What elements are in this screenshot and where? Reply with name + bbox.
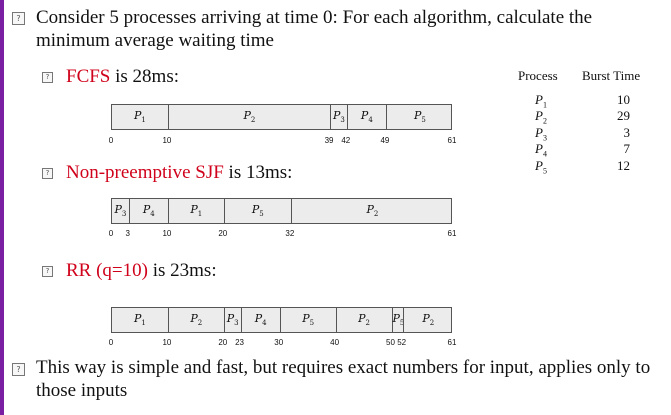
gantt-process-label: P2: [358, 312, 370, 328]
gantt-process-label: P2: [190, 312, 203, 328]
gantt-process-label: P3: [226, 312, 239, 328]
gantt-segment-p3: P3: [223, 308, 241, 332]
gantt-process-label: P4: [254, 312, 267, 328]
section-fcfs-heading: ? FCFS is 28ms:: [42, 66, 179, 88]
gantt-segment-p1: P1: [112, 105, 168, 129]
table-cell-process: P4: [535, 141, 547, 159]
bullet-icon: ?: [12, 363, 25, 376]
table-cell-burst: 7: [623, 141, 631, 157]
gantt-time-tick: 10: [162, 338, 172, 347]
gantt-process-label: P3: [114, 203, 127, 219]
gantt-segment-p2: P2: [290, 199, 453, 223]
gantt-segment-p5: P5: [223, 199, 291, 223]
gantt-process-label: P5: [251, 203, 264, 219]
gantt-segment-p2: P2: [167, 105, 330, 129]
section-suffix: is 23ms:: [147, 260, 217, 281]
gantt-time-tick: 61: [447, 338, 457, 347]
gantt-time-tick: 52: [397, 338, 407, 347]
gantt-ticks-sjf: 0 3 10 20 32 61: [108, 229, 457, 241]
gantt-segment-p2: P2: [335, 308, 392, 332]
gantt-time-tick: 49: [380, 136, 390, 145]
table-cell-burst: 10: [617, 92, 630, 107]
gantt-time-tick: 42: [341, 136, 351, 145]
gantt-process-label: P1: [190, 203, 203, 219]
section-label: RR (q=10): [66, 260, 148, 281]
table-cell-process: P3: [535, 124, 547, 143]
gantt-process-label: P2: [422, 312, 435, 328]
table-cell-burst: 3: [623, 124, 631, 140]
gantt-segment-p5: P5: [385, 105, 453, 129]
section-rr-heading: ? RR (q=10) is 23ms:: [42, 260, 217, 282]
gantt-time-tick: 3: [125, 229, 130, 238]
process-column: P1 P2 P3 P4 P5: [535, 92, 547, 176]
gantt-process-label: P2: [366, 203, 379, 219]
gantt-segment-p5: P5: [391, 308, 405, 332]
gantt-chart-sjf: P3 P4 P1 P5 P2: [111, 198, 452, 224]
burst-column: 10 29 3 7 12: [606, 92, 630, 174]
gantt-segment-p3: P3: [112, 199, 129, 223]
gantt-segment-p2: P2: [167, 308, 224, 332]
bullet-icon: ?: [12, 12, 25, 25]
gantt-chart-fcfs: P1 P2 P3 P4 P5: [111, 104, 452, 130]
table-header-process: Process: [518, 68, 558, 83]
slide-left-accent-bar: [0, 0, 4, 415]
gantt-ticks-fcfs: 0 10 39 42 49 61: [108, 136, 457, 148]
intro-text: Consider 5 processes arriving at time 0:…: [36, 7, 593, 51]
gantt-process-label: P4: [142, 203, 155, 219]
gantt-time-tick: 0: [108, 229, 114, 238]
gantt-time-tick: 0: [108, 136, 114, 145]
gantt-time-tick: 61: [447, 136, 457, 145]
gantt-time-tick: 20: [218, 229, 228, 238]
gantt-segment-p4: P4: [346, 105, 386, 129]
gantt-segment-p2: P2: [402, 308, 453, 332]
table-cell-process: P1: [535, 92, 547, 110]
gantt-time-tick: 50: [386, 338, 395, 347]
gantt-time-tick: 20: [218, 338, 228, 347]
table-cell-burst: 29: [617, 108, 630, 124]
section-suffix: is 13ms:: [223, 162, 293, 183]
gantt-segment-p4: P4: [240, 308, 280, 332]
table-cell-process: P5: [535, 157, 547, 176]
gantt-ticks-rr: 0 10 20 23 30 40 50 52 61: [108, 338, 457, 350]
gantt-process-label: P2: [243, 109, 256, 125]
table-cell-process: P2: [535, 108, 547, 126]
gantt-process-label: P5: [392, 312, 405, 328]
gantt-process-label: P5: [302, 312, 315, 328]
gantt-segment-p1: P1: [112, 308, 168, 332]
gantt-process-label: P1: [134, 312, 146, 328]
section-label: Non-preemptive SJF: [66, 162, 224, 183]
table-header-burst-time: Burst Time: [582, 68, 641, 83]
gantt-time-tick: 30: [274, 338, 284, 347]
section-sjf-heading: ? Non-preemptive SJF is 13ms:: [42, 162, 292, 184]
gantt-chart-rr: P1 P2 P3 P4 P5 P2 P5 P2: [111, 307, 452, 333]
gantt-process-label: P1: [134, 109, 146, 125]
gantt-segment-p4: P4: [128, 199, 168, 223]
gantt-time-tick: 10: [162, 229, 172, 238]
gantt-segment-p1: P1: [167, 199, 224, 223]
bullet-icon: ?: [42, 168, 53, 179]
gantt-process-label: P3: [332, 109, 345, 125]
section-suffix: is 28ms:: [110, 66, 179, 87]
gantt-time-tick: 0: [108, 338, 114, 347]
gantt-time-tick: 61: [447, 229, 457, 238]
conclusion-text: This way is simple and fast, but require…: [36, 357, 651, 401]
gantt-time-tick: 40: [330, 338, 340, 347]
bullet-icon: ?: [42, 72, 53, 83]
gantt-process-label: P5: [414, 109, 426, 125]
gantt-segment-p3: P3: [330, 105, 347, 129]
gantt-time-tick: 32: [285, 229, 295, 238]
table-cell-burst: 12: [617, 157, 630, 173]
gantt-segment-p5: P5: [279, 308, 336, 332]
bullet-icon: ?: [42, 266, 53, 277]
gantt-process-label: P4: [360, 109, 373, 125]
section-label: FCFS: [66, 66, 111, 87]
gantt-time-tick: 23: [235, 338, 245, 347]
process-burst-table: Process Burst Time P1 P2 P3 P4 P5 10 29 3 7 12: [518, 68, 668, 188]
gantt-time-tick: 10: [162, 136, 172, 145]
gantt-time-tick: 39: [324, 136, 334, 145]
